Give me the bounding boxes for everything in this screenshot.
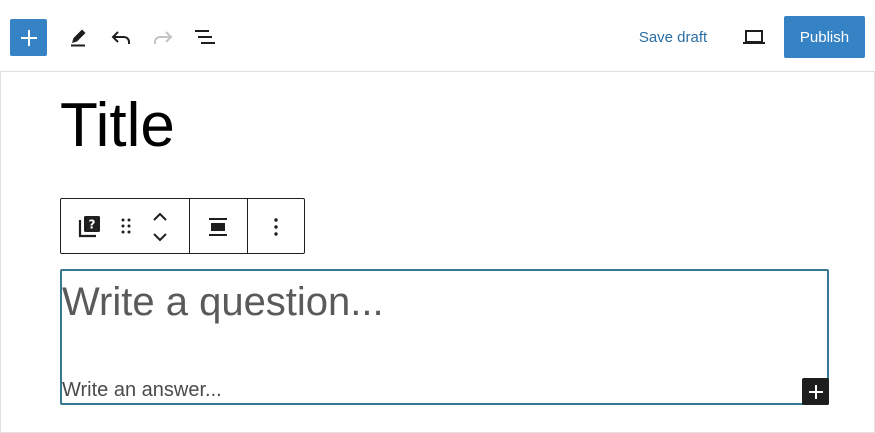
list-view-icon — [195, 30, 215, 44]
plus-icon — [20, 29, 37, 46]
tools-button[interactable] — [60, 19, 96, 55]
laptop-icon — [743, 30, 765, 44]
svg-text:?: ? — [89, 218, 96, 232]
answer-input[interactable]: Write an answer... — [62, 377, 222, 403]
drag-handle[interactable] — [115, 211, 137, 241]
faq-block-icon: ? — [78, 216, 100, 238]
faq-block[interactable]: Write a question... Write an answer... — [60, 269, 829, 405]
undo-icon — [111, 31, 130, 44]
add-block-button[interactable] — [802, 378, 829, 405]
editor-top-toolbar: Save draft Publish — [0, 0, 875, 72]
pencil-icon — [71, 29, 86, 47]
preview-button[interactable] — [736, 19, 772, 55]
more-options-icon — [274, 218, 278, 236]
question-input[interactable]: Write a question... — [62, 277, 384, 327]
block-toolbar: ? — [60, 198, 305, 254]
toolbar-divider — [189, 199, 190, 253]
move-down-button[interactable] — [147, 227, 173, 247]
publish-label: Publish — [799, 28, 850, 46]
block-inserter-button[interactable] — [10, 19, 47, 56]
undo-button[interactable] — [103, 19, 139, 55]
options-button[interactable] — [257, 209, 295, 245]
save-draft-label: Save draft — [638, 29, 708, 46]
align-button[interactable] — [199, 209, 237, 245]
redo-icon — [154, 31, 173, 44]
save-draft-button[interactable]: Save draft — [626, 19, 720, 56]
block-type-button[interactable]: ? — [71, 207, 109, 245]
toolbar-divider — [247, 199, 248, 253]
drag-handle-icon — [121, 218, 131, 234]
align-icon — [209, 218, 227, 236]
chevron-down-icon — [153, 233, 167, 242]
publish-button[interactable]: Publish — [784, 16, 865, 58]
document-overview-button[interactable] — [187, 19, 223, 55]
post-title[interactable]: Title — [60, 88, 175, 164]
move-up-button[interactable] — [147, 207, 173, 227]
plus-icon — [808, 384, 823, 399]
redo-button[interactable] — [145, 19, 181, 55]
chevron-up-icon — [153, 212, 167, 221]
